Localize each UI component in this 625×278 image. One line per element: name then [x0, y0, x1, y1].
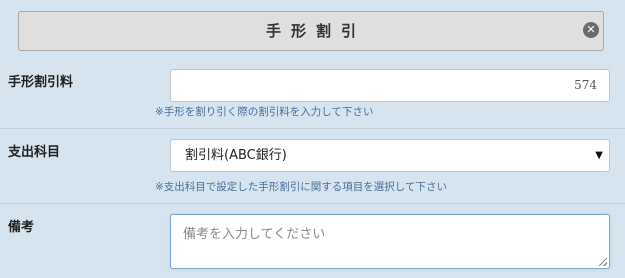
discount-fee-value: 574 — [574, 78, 597, 92]
expense-account-label: 支出科目 — [8, 145, 61, 160]
row-divider — [0, 128, 625, 129]
discount-fee-hint: ※手形を割り引く際の割引料を入力して下さい — [155, 106, 374, 118]
expense-account-hint: ※支出科目で設定した手形割引に関する項目を選択して下さい — [155, 181, 447, 193]
chevron-down-icon: ▼ — [595, 150, 603, 161]
discount-fee-label: 手形割引料 — [8, 75, 74, 90]
close-icon[interactable]: ✕ — [583, 22, 599, 38]
dialog-title-bar: 手形割引 ✕ — [18, 11, 604, 51]
discount-fee-input[interactable]: 574 — [170, 69, 610, 102]
dialog-title: 手形割引 — [265, 22, 366, 40]
remarks-textarea[interactable]: 備考を入力してください — [170, 214, 610, 269]
remarks-label: 備考 — [8, 220, 35, 235]
expense-account-select[interactable]: 割引料(ABC銀行) ▼ — [170, 139, 610, 172]
row-divider — [0, 203, 625, 204]
resize-handle-icon[interactable] — [599, 258, 607, 266]
remarks-placeholder: 備考を入力してください — [183, 227, 326, 242]
expense-account-selected: 割引料(ABC銀行) — [185, 148, 287, 163]
